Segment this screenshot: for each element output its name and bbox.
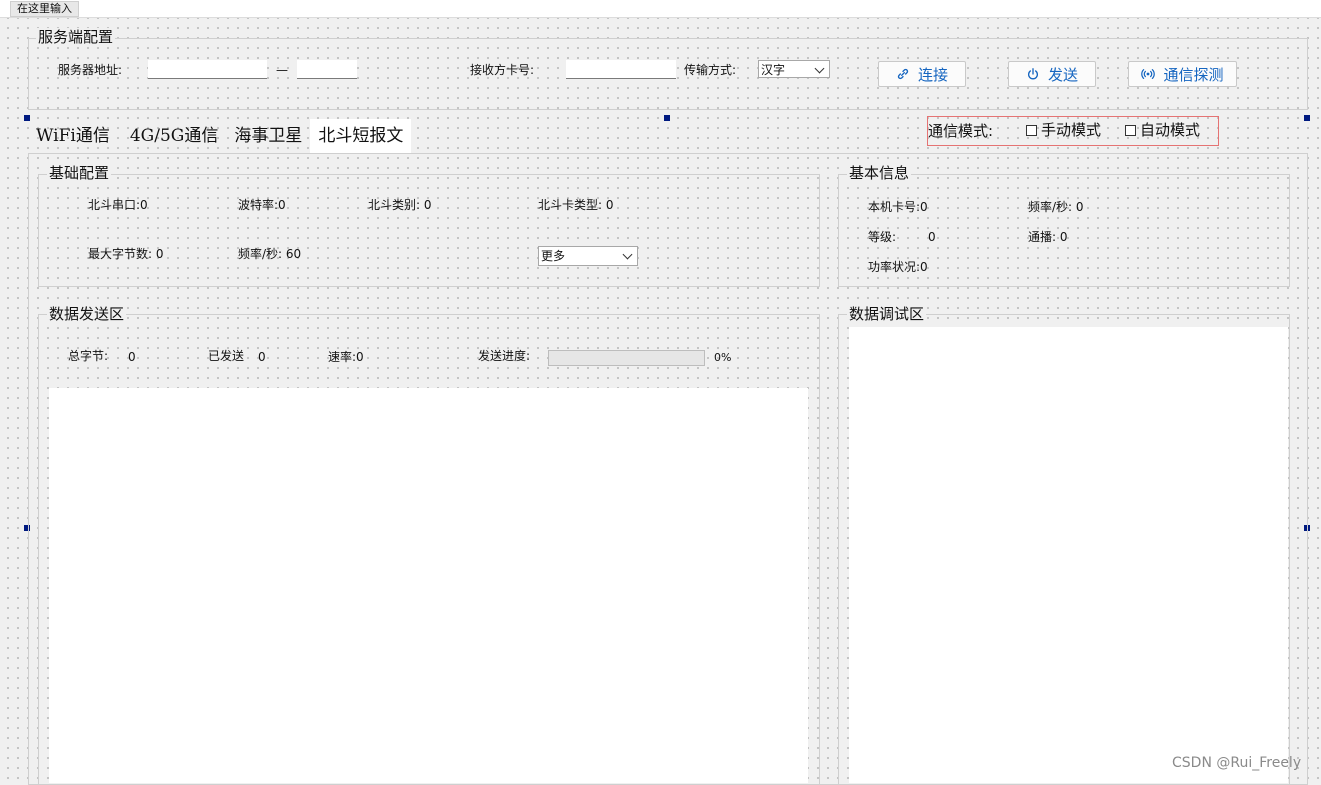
total-bytes-label: 总字节:: [68, 349, 109, 363]
receiver-card-label: 接收方卡号:: [470, 63, 535, 77]
transfer-mode-select[interactable]: 汉字: [758, 60, 830, 78]
menu-input-entry[interactable]: 在这里输入: [10, 1, 79, 17]
transfer-mode-label: 传输方式:: [684, 63, 737, 77]
probe-button[interactable]: 通信探测: [1128, 61, 1237, 87]
level-value: 0: [928, 230, 936, 244]
comm-mode-label: 通信模式:: [928, 122, 994, 140]
local-card-no-label: 本机卡号:0: [868, 200, 928, 214]
rate-label: 速率:0: [328, 350, 364, 364]
menu-bar: [0, 0, 1321, 18]
debug-area-title: 数据调试区: [847, 305, 927, 323]
send-progress-label: 发送进度:: [478, 349, 531, 363]
connect-label: 连接: [917, 65, 948, 84]
basic-config-group: [38, 174, 820, 287]
manual-mode-label: 手动模式: [1041, 121, 1102, 139]
server-address-label: 服务器地址:: [58, 63, 123, 77]
basic-config-title: 基础配置: [47, 164, 112, 182]
send-area-title: 数据发送区: [47, 305, 127, 323]
debug-text-area[interactable]: [849, 327, 1288, 783]
tab-4g5g[interactable]: 4G/5G通信: [122, 119, 227, 153]
level-label: 等级:: [868, 230, 897, 244]
selection-handle[interactable]: [1304, 115, 1310, 121]
more-select[interactable]: 更多: [538, 246, 638, 266]
manual-mode-checkbox[interactable]: 手动模式: [1026, 121, 1101, 139]
beidou-category-label: 北斗类别: 0: [368, 198, 432, 212]
beidou-serial-label: 北斗串口:0: [88, 198, 148, 212]
selection-handle[interactable]: [664, 115, 670, 121]
probe-label: 通信探测: [1163, 65, 1224, 84]
info-frequency-label: 频率/秒: 0: [1028, 200, 1084, 214]
server-config-title: 服务端配置: [36, 28, 116, 46]
send-progress-text: 0%: [714, 351, 732, 364]
tab-wifi[interactable]: WiFi通信: [28, 119, 118, 153]
power-icon: [1028, 68, 1038, 80]
more-select-value: 更多: [541, 249, 566, 263]
send-text-area[interactable]: [49, 388, 808, 783]
beidou-card-type-label: 北斗卡类型: 0: [538, 198, 614, 212]
sent-label: 已发送: [208, 349, 245, 363]
chevron-down-icon: [814, 63, 825, 74]
chevron-down-icon: [622, 249, 633, 260]
connect-button[interactable]: 连接: [878, 61, 966, 87]
baud-rate-label: 波特率:0: [238, 198, 286, 212]
auto-mode-checkbox[interactable]: 自动模式: [1125, 121, 1200, 139]
checkbox-box[interactable]: [1125, 125, 1136, 136]
broadcast-label: 通播: 0: [1028, 230, 1068, 244]
server-port-input[interactable]: [297, 60, 357, 79]
basic-info-title: 基本信息: [847, 164, 912, 182]
broadcast-icon: [1141, 69, 1156, 79]
server-address-input[interactable]: [148, 60, 267, 79]
transfer-mode-value: 汉字: [761, 63, 786, 77]
sent-value: 0: [258, 350, 266, 364]
frequency-label: 频率/秒: 60: [238, 247, 302, 261]
auto-mode-label: 自动模式: [1140, 121, 1201, 139]
total-bytes-value: 0: [128, 350, 136, 364]
power-status-label: 功率状况:0: [868, 260, 928, 274]
address-dash: —: [276, 63, 288, 77]
tab-bar: WiFi通信 4G/5G通信 海事卫星 北斗短报文: [28, 119, 412, 153]
tab-beidou-sms[interactable]: 北斗短报文: [310, 119, 412, 153]
send-progress-bar: [548, 350, 705, 366]
link-icon: [897, 68, 909, 80]
watermark: CSDN @Rui_Freely: [1172, 755, 1302, 771]
checkbox-box[interactable]: [1026, 125, 1037, 136]
receiver-card-input[interactable]: [566, 60, 676, 79]
max-bytes-label: 最大字节数: 0: [88, 247, 164, 261]
send-button[interactable]: 发送: [1008, 61, 1096, 87]
tab-maritime-satellite[interactable]: 海事卫星: [226, 119, 310, 153]
send-label: 发送: [1047, 65, 1078, 84]
